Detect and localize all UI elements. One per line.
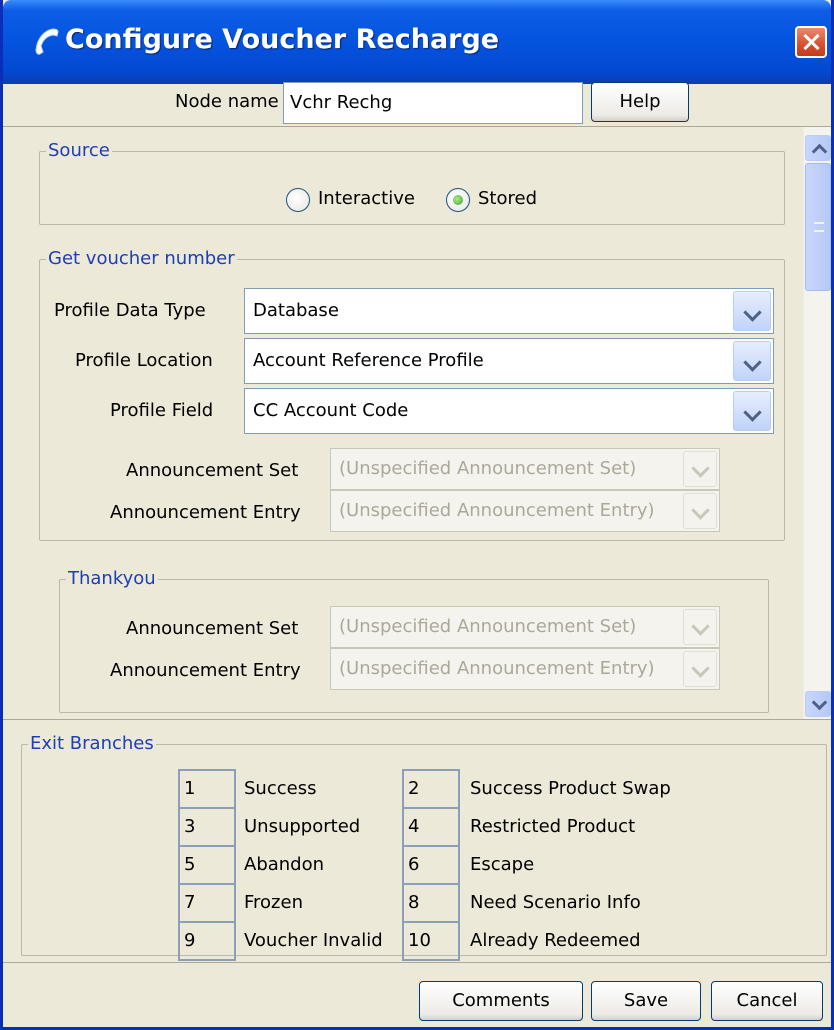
profile-data-type-value: Database xyxy=(253,300,339,321)
profile-field-select[interactable]: CC Account Code xyxy=(244,388,774,434)
config-scroll-pane[interactable]: Source Interactive Stored Get voucher nu… xyxy=(3,126,831,720)
node-name-label: Node name xyxy=(175,91,279,112)
chevron-down-icon[interactable] xyxy=(733,291,771,331)
profile-location-label: Profile Location xyxy=(75,350,213,371)
announcement-entry-value: (Unspecified Announcement Entry) xyxy=(339,500,655,521)
node-name-input[interactable]: Vchr Rechg xyxy=(283,82,583,124)
thankyou-announcement-entry-label: Announcement Entry xyxy=(110,660,301,681)
branch-name: Need Scenario Info xyxy=(470,892,641,913)
branch-number: 5 xyxy=(178,845,236,885)
thankyou-announcement-entry-select: (Unspecified Announcement Entry) xyxy=(330,648,720,690)
radio-interactive-label: Interactive xyxy=(318,188,415,209)
get-voucher-group: Get voucher number Profile Data Type Dat… xyxy=(39,248,785,541)
source-group-title: Source xyxy=(46,140,112,162)
thankyou-announcement-set-value: (Unspecified Announcement Set) xyxy=(339,616,637,637)
announcement-set-value: (Unspecified Announcement Set) xyxy=(339,458,637,479)
profile-location-select[interactable]: Account Reference Profile xyxy=(244,338,774,384)
branch-number: 7 xyxy=(178,883,236,923)
window-title: Configure Voucher Recharge xyxy=(65,24,500,55)
vertical-scrollbar[interactable] xyxy=(803,127,831,719)
exit-branches-title: Exit Branches xyxy=(28,733,156,755)
branch-name: Success Product Swap xyxy=(470,778,671,799)
branch-number: 1 xyxy=(178,769,236,809)
radio-interactive[interactable] xyxy=(286,188,310,212)
help-button[interactable]: Help xyxy=(591,82,689,122)
announcement-entry-select: (Unspecified Announcement Entry) xyxy=(330,490,720,532)
title-bar[interactable]: Configure Voucher Recharge xyxy=(3,0,831,84)
announcement-set-label: Announcement Set xyxy=(126,460,299,481)
branch-name: Restricted Product xyxy=(470,816,636,837)
chevron-down-icon xyxy=(683,651,717,687)
scroll-up-icon[interactable] xyxy=(805,135,831,161)
thankyou-group: Thankyou Announcement Set (Unspecified A… xyxy=(59,568,769,713)
branch-number: 3 xyxy=(178,807,236,847)
scroll-down-icon[interactable] xyxy=(805,691,831,717)
announcement-entry-label: Announcement Entry xyxy=(110,502,301,523)
chevron-down-icon[interactable] xyxy=(733,391,771,431)
button-bar: Comments Save Cancel xyxy=(3,962,831,1026)
grip-icon xyxy=(814,222,824,232)
branch-name: Unsupported xyxy=(244,816,361,837)
get-voucher-group-title: Get voucher number xyxy=(46,248,237,270)
chevron-down-icon[interactable] xyxy=(733,341,771,381)
close-icon[interactable] xyxy=(795,26,827,58)
branch-name: Voucher Invalid xyxy=(244,930,383,951)
dialog-window: Configure Voucher Recharge Node name Vch… xyxy=(0,0,834,1030)
branch-number: 2 xyxy=(402,769,460,809)
branch-number: 8 xyxy=(402,883,460,923)
chevron-down-icon xyxy=(683,451,717,487)
profile-field-value: CC Account Code xyxy=(253,400,409,421)
branch-name: Abandon xyxy=(244,854,325,875)
branch-name: Escape xyxy=(470,854,535,875)
thankyou-announcement-set-select: (Unspecified Announcement Set) xyxy=(330,606,720,648)
chevron-down-icon xyxy=(683,493,717,529)
comments-button[interactable]: Comments xyxy=(419,981,583,1021)
thankyou-announcement-set-label: Announcement Set xyxy=(126,618,299,639)
exit-branches-group: Exit Branches 1 Success 2 Success Produc… xyxy=(21,733,827,961)
profile-data-type-label: Profile Data Type xyxy=(54,300,206,321)
announcement-set-select: (Unspecified Announcement Set) xyxy=(330,448,720,490)
thankyou-group-title: Thankyou xyxy=(66,568,158,590)
source-group: Source Interactive Stored xyxy=(39,140,785,225)
branch-name: Success xyxy=(244,778,317,799)
cancel-button[interactable]: Cancel xyxy=(711,981,823,1021)
profile-location-value: Account Reference Profile xyxy=(253,350,484,371)
profile-data-type-select[interactable]: Database xyxy=(244,288,774,334)
save-button[interactable]: Save xyxy=(591,981,701,1021)
profile-field-label: Profile Field xyxy=(110,400,214,421)
branch-number: 6 xyxy=(402,845,460,885)
thankyou-announcement-entry-value: (Unspecified Announcement Entry) xyxy=(339,658,655,679)
branch-number: 4 xyxy=(402,807,460,847)
branch-number: 10 xyxy=(402,921,460,961)
radio-stored[interactable] xyxy=(446,188,470,212)
radio-stored-label: Stored xyxy=(478,188,538,209)
branch-name: Frozen xyxy=(244,892,303,913)
scroll-thumb[interactable] xyxy=(805,163,831,291)
branch-name: Already Redeemed xyxy=(470,930,641,951)
phone-handset-icon xyxy=(35,28,59,55)
chevron-down-icon xyxy=(683,609,717,645)
branch-number: 9 xyxy=(178,921,236,961)
